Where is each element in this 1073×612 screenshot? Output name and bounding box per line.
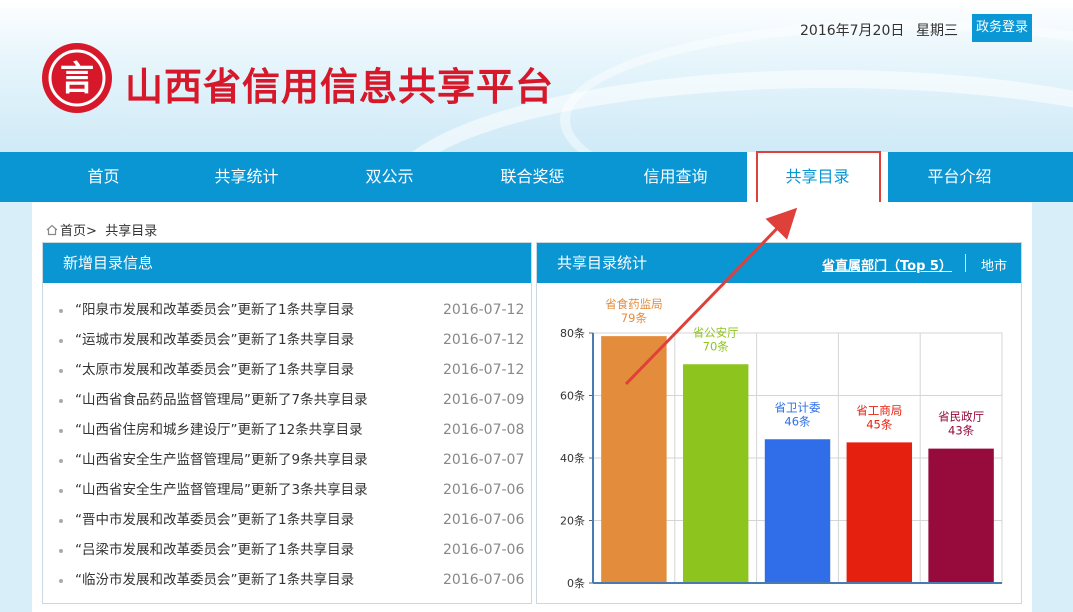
news-item-title[interactable]: “山西省安全生产监督管理局”更新了3条共享目录 [75, 475, 368, 505]
tab-provincial-departments[interactable]: 省直属部门（Top 5） [822, 255, 952, 274]
news-item-title[interactable]: “运城市发展和改革委员会”更新了1条共享目录 [75, 325, 354, 355]
news-item-date: 2016-07-12 [443, 302, 525, 318]
bar-category-label: 省民政厅 [938, 410, 984, 424]
news-item-title[interactable]: “山西省安全生产监督管理局”更新了9条共享目录 [75, 445, 368, 475]
y-tick-label: 40条 [560, 451, 585, 465]
bar-category-label: 省食药监局 [605, 297, 663, 311]
bar-value-label: 43条 [948, 424, 975, 438]
news-item-date: 2016-07-06 [443, 572, 525, 588]
catalog-stats-title: 共享目录统计 [557, 254, 648, 272]
nav-item-share-stats[interactable]: 共享统计 [175, 152, 318, 202]
nav-item-home[interactable]: 首页 [32, 152, 175, 202]
news-item-date: 2016-07-06 [443, 482, 525, 498]
chart-bar [601, 336, 667, 583]
nav-item-platform-intro[interactable]: 平台介绍 [888, 152, 1031, 202]
home-icon [46, 224, 58, 236]
site-title: 山西省信用信息共享平台 [125, 64, 555, 109]
y-tick-label: 20条 [560, 514, 585, 528]
news-item-date: 2016-07-06 [443, 542, 525, 558]
site-header: 言 山西省信用信息共享平台 2016年7月20日 星期三 政务登录 [0, 0, 1073, 152]
chart-bar [928, 448, 994, 583]
y-tick-label: 80条 [560, 326, 585, 340]
news-item-title[interactable]: “晋中市发展和改革委员会”更新了1条共享目录 [75, 505, 354, 535]
breadcrumb: 首页> 共享目录 [46, 220, 157, 239]
news-item-title[interactable]: “山西省食品药品监督管理局”更新了7条共享目录 [75, 385, 368, 415]
bar-value-label: 46条 [784, 414, 811, 428]
nav-item-joint-reward-punish[interactable]: 联合奖惩 [461, 152, 604, 202]
bar-category-label: 省公安厅 [693, 325, 739, 339]
news-list-item[interactable]: “山西省安全生产监督管理局”更新了9条共享目录 2016-07-07 [43, 445, 531, 475]
site-logo: 言 [42, 43, 112, 113]
logo-char: 言 [60, 59, 94, 99]
news-list-item[interactable]: “山西省食品药品监督管理局”更新了7条共享目录 2016-07-09 [43, 385, 531, 415]
news-item-title[interactable]: “太原市发展和改革委员会”更新了1条共享目录 [75, 355, 354, 385]
nav-item-double-publicity[interactable]: 双公示 [318, 152, 461, 202]
bar-value-label: 79条 [621, 311, 648, 325]
bullet-icon [59, 429, 63, 433]
current-date: 2016年7月20日 [800, 23, 905, 39]
bar-category-label: 省卫计委 [775, 400, 821, 414]
tab-separator [965, 254, 966, 272]
news-item-date: 2016-07-06 [443, 512, 525, 528]
bullet-icon [59, 459, 63, 463]
news-item-date: 2016-07-12 [443, 362, 525, 378]
news-list-item[interactable]: “晋中市发展和改革委员会”更新了1条共享目录 2016-07-06 [43, 505, 531, 535]
bullet-icon [59, 339, 63, 343]
bullet-icon [59, 579, 63, 583]
news-list-item[interactable]: “临汾市发展和改革委员会”更新了1条共享目录 2016-07-06 [43, 565, 531, 595]
news-item-date: 2016-07-09 [443, 392, 525, 408]
bullet-icon [59, 369, 63, 373]
y-tick-label: 60条 [560, 389, 585, 403]
news-item-title[interactable]: “临汾市发展和改革委员会”更新了1条共享目录 [75, 565, 354, 595]
catalog-stats-chart: 0条 20条 40条 60条 80条 省食药监局79条省公安厅70条省卫计委46条 省工商局… [560, 297, 1003, 590]
gov-login-button[interactable]: 政务登录 [972, 14, 1032, 42]
news-item-date: 2016-07-08 [443, 422, 525, 438]
bar-value-label: 45条 [866, 417, 893, 431]
y-tick-label: 0条 [567, 576, 585, 590]
news-item-title[interactable]: “吕梁市发展和改革委员会”更新了1条共享目录 [75, 535, 354, 565]
news-list-item[interactable]: “山西省住房和城乡建设厅”更新了12条共享目录 2016-07-08 [43, 415, 531, 445]
chart-bar [764, 439, 831, 583]
news-list-item[interactable]: “山西省安全生产监督管理局”更新了3条共享目录 2016-07-06 [43, 475, 531, 505]
breadcrumb-home-link[interactable]: 首页 [60, 224, 86, 239]
nav-item-share-catalog[interactable]: 共享目录 [747, 152, 888, 204]
main-nav: 首页 共享统计 双公示 联合奖惩 信用查询 共享目录 平台介绍 [0, 152, 1073, 204]
bullet-icon [59, 519, 63, 523]
tab-cities[interactable]: 地市 [981, 255, 1007, 274]
current-weekday: 星期三 [916, 23, 958, 39]
breadcrumb-separator: > [86, 224, 97, 239]
new-catalog-panel: 新增目录信息 “阳泉市发展和改革委员会”更新了1条共享目录 2016-07-12 “… [42, 242, 532, 604]
chart-bar [682, 364, 749, 583]
news-item-date: 2016-07-12 [443, 332, 525, 348]
bullet-icon [59, 549, 63, 553]
bullet-icon [59, 399, 63, 403]
new-catalog-panel-title: 新增目录信息 [43, 243, 531, 283]
breadcrumb-current: 共享目录 [105, 224, 158, 239]
news-item-title[interactable]: “山西省住房和城乡建设厅”更新了12条共享目录 [75, 415, 363, 445]
news-list-item[interactable]: “运城市发展和改革委员会”更新了1条共享目录 2016-07-12 [43, 325, 531, 355]
news-list-item[interactable]: “吕梁市发展和改革委员会”更新了1条共享目录 2016-07-06 [43, 535, 531, 565]
new-catalog-list: “阳泉市发展和改革委员会”更新了1条共享目录 2016-07-12 “运城市发展和改… [43, 295, 531, 595]
bullet-icon [59, 489, 63, 493]
news-item-date: 2016-07-07 [443, 452, 525, 468]
bar-category-label: 省工商局 [856, 403, 902, 417]
chart-bar [846, 442, 913, 583]
news-list-item[interactable]: “太原市发展和改革委员会”更新了1条共享目录 2016-07-12 [43, 355, 531, 385]
news-list-item[interactable]: “阳泉市发展和改革委员会”更新了1条共享目录 2016-07-12 [43, 295, 531, 325]
nav-item-credit-query[interactable]: 信用查询 [604, 152, 747, 202]
bullet-icon [59, 309, 63, 313]
bar-value-label: 70条 [703, 339, 730, 353]
news-item-title[interactable]: “阳泉市发展和改革委员会”更新了1条共享目录 [75, 295, 354, 325]
